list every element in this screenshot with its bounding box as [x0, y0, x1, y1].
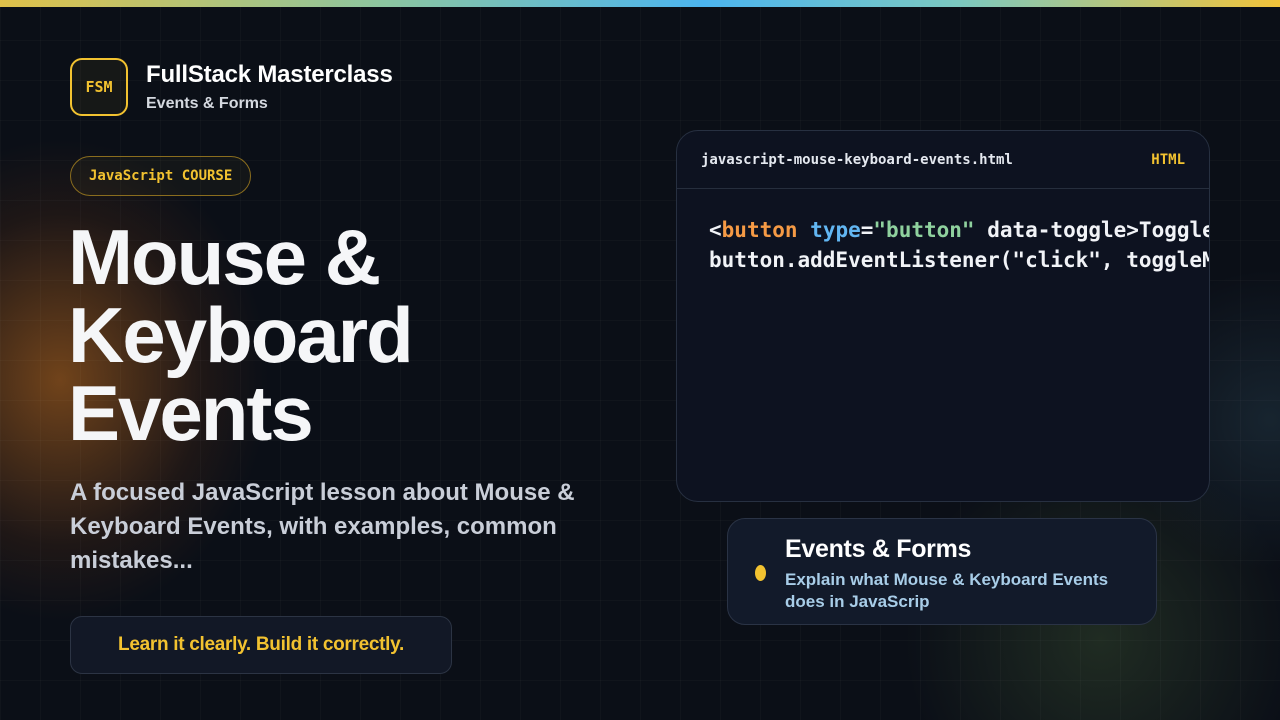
hero-title-line: Mouse & [68, 213, 381, 301]
code-token: data-toggle>Toggle menu</button> [987, 218, 1210, 242]
brand-logo: FSM [70, 58, 128, 116]
code-body: <button type="button" data-toggle>Toggle… [677, 189, 1209, 275]
tagline-text: Learn it clearly. Build it correctly. [118, 634, 404, 655]
code-window: javascript-mouse-keyboard-events.html HT… [676, 130, 1210, 502]
hero-description: A focused JavaScript lesson about Mouse … [70, 479, 575, 574]
hero-title: Mouse & Keyboard Events [68, 218, 628, 452]
code-token: button.addEventListener("click", toggleM… [709, 248, 1209, 272]
tagline-box: Learn it clearly. Build it correctly. [70, 616, 452, 674]
hero-title-line: Events [68, 369, 314, 457]
brand-header: FSM FullStack Masterclass Events & Forms [70, 58, 393, 116]
hero-title-line: Keyboard [68, 291, 414, 379]
code-line: button.addEventListener("click", toggleM… [709, 245, 1209, 275]
code-token: "button" [873, 218, 975, 242]
brand-text: FullStack Masterclass Events & Forms [146, 61, 393, 113]
code-token: type [810, 218, 861, 242]
brand-name: FullStack Masterclass [146, 61, 393, 88]
info-card-title: Events & Forms [785, 535, 972, 563]
top-gradient-bar [0, 0, 1280, 7]
code-token: button [721, 218, 798, 242]
code-line: <button type="button" data-toggle>Toggle… [709, 215, 1209, 245]
course-badge: JavaScript COURSE [70, 156, 252, 196]
code-window-header: javascript-mouse-keyboard-events.html HT… [677, 131, 1209, 189]
info-card-text: Explain what Mouse & Keyboard Events doe… [785, 570, 1109, 611]
code-token: = [860, 218, 874, 242]
status-dot-icon [755, 565, 766, 581]
info-card: Events & Forms Explain what Mouse & Keyb… [727, 518, 1157, 625]
code-filename: javascript-mouse-keyboard-events.html [701, 151, 1013, 168]
code-token: < [709, 218, 722, 242]
code-language-label: HTML [1151, 151, 1185, 168]
brand-subtitle: Events & Forms [146, 95, 268, 112]
